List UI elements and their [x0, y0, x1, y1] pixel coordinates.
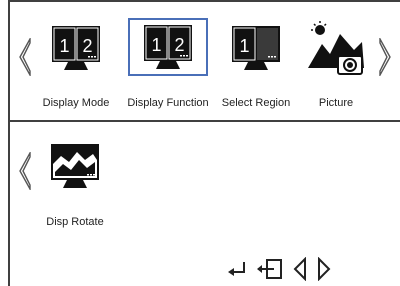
- menu-item-label: Display Mode: [42, 97, 110, 109]
- two-window-icon: 1 2: [52, 26, 100, 70]
- exit-icon: [257, 259, 282, 279]
- scroll-left-arrow[interactable]: [18, 36, 32, 81]
- bottom-menu-row: Disp Rotate: [0, 122, 400, 286]
- chevron-left-icon: [19, 150, 31, 192]
- select-region-icon: 1: [232, 26, 280, 70]
- menu-item-label: Display Function: [127, 97, 209, 109]
- menu-item-display-function[interactable]: 1 2 Display Function: [116, 0, 220, 120]
- menu-item-label: Select Region: [221, 97, 291, 109]
- enter-button[interactable]: [226, 260, 248, 278]
- menu-item-disp-rotate[interactable]: Disp Rotate: [37, 122, 113, 242]
- right-icon: [318, 257, 331, 281]
- exit-button[interactable]: [256, 258, 284, 280]
- menu-item-label: Disp Rotate: [46, 216, 104, 228]
- menu-item-select-region[interactable]: 1 Select Region: [216, 0, 296, 120]
- selection-highlight: 1 2: [128, 18, 208, 76]
- left-button[interactable]: [292, 257, 308, 281]
- enter-icon: [228, 262, 245, 276]
- picture-icon: [308, 21, 364, 75]
- menu-item-display-mode[interactable]: 1 2 Display Mode: [35, 0, 117, 120]
- scroll-left-arrow[interactable]: [18, 150, 32, 195]
- window-number-right: 2: [82, 36, 92, 56]
- top-menu-row: 1 2 Display Mode 1 2 Display Function 1 …: [0, 0, 400, 120]
- menu-item-label: Picture: [318, 97, 354, 109]
- osd-menu-panel: 1 2 Display Mode 1 2 Display Function 1 …: [0, 0, 400, 286]
- window-number-right: 2: [174, 35, 184, 55]
- navigation-bar: [226, 255, 332, 283]
- menu-item-picture[interactable]: Picture: [296, 0, 376, 120]
- chevron-right-icon: [379, 36, 391, 78]
- rotate-display-icon: [51, 144, 99, 188]
- display-mode-icon-box: 1 2: [40, 20, 112, 76]
- scroll-right-arrow[interactable]: [378, 36, 392, 81]
- chevron-left-icon: [19, 36, 31, 78]
- picture-icon-box: [300, 18, 372, 80]
- disp-rotate-icon-box: [39, 138, 111, 194]
- region-number: 1: [239, 36, 249, 56]
- window-number-left: 1: [59, 36, 69, 56]
- right-button[interactable]: [316, 257, 332, 281]
- two-window-icon: 1 2: [144, 25, 192, 69]
- window-number-left: 1: [151, 35, 161, 55]
- left-icon: [293, 257, 306, 281]
- select-region-icon-box: 1: [220, 20, 292, 76]
